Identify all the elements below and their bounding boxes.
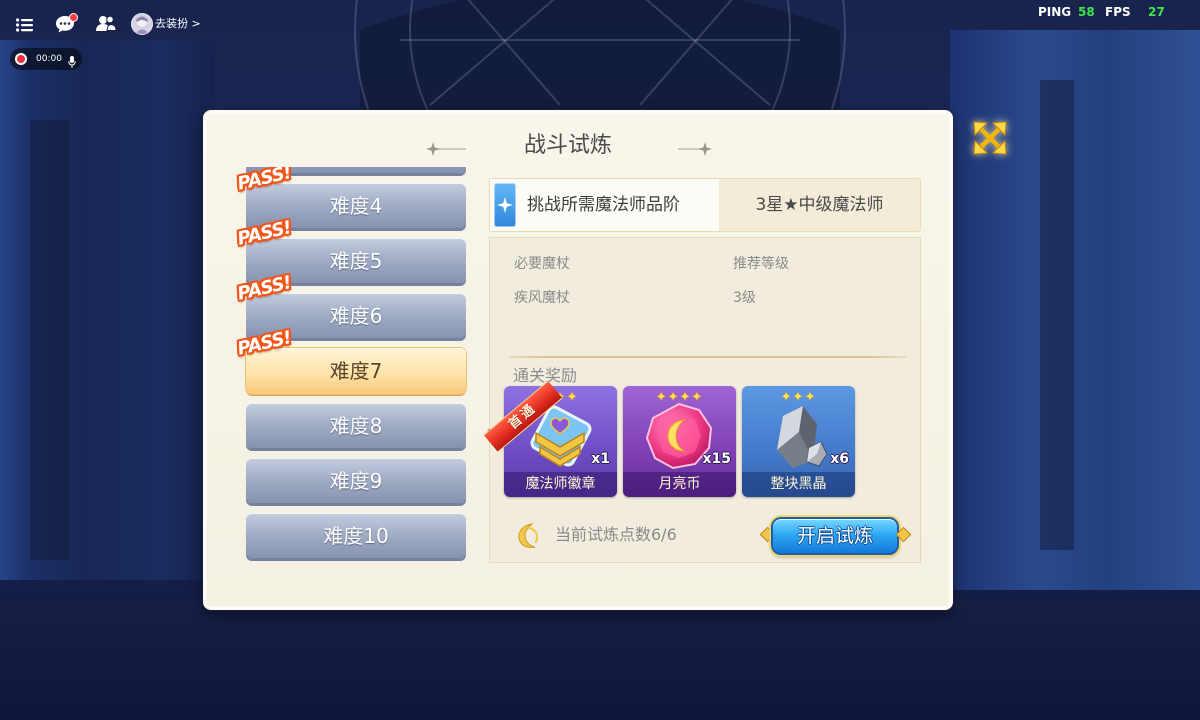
title-left-decoration [426, 142, 466, 156]
reward-count: x15 [702, 451, 731, 467]
trial-points-text: 当前试炼点数6/6 [555, 525, 677, 544]
fps-label: FPS [1105, 5, 1131, 19]
requirement-bar: 挑战所需魔法师品阶 3星★中级魔法师 [489, 178, 921, 232]
difficulty-item[interactable]: 难度8 [246, 403, 466, 449]
microphone-icon[interactable] [68, 53, 76, 72]
reward-name: 整块黑晶 [742, 472, 855, 497]
difficulty-item[interactable]: 难度7 [246, 348, 466, 394]
difficulty-label: 难度9 [329, 469, 383, 493]
avatar[interactable] [131, 13, 153, 35]
reward-name: 月亮币 [623, 472, 736, 497]
reward-name: 魔法师徽章 [504, 472, 617, 497]
trial-points-moon-icon [515, 521, 543, 555]
black-crystal-icon [763, 402, 833, 476]
reward-card[interactable]: ✦✦✦ x6 整块黑晶 [742, 386, 855, 497]
difficulty-item[interactable]: 难度9 [246, 458, 466, 504]
dress-up-link[interactable]: 去装扮 > [155, 17, 201, 31]
requirement-star-icon [494, 183, 516, 227]
ping-label: PING [1038, 5, 1072, 19]
wand-header: 必要魔杖 [514, 256, 570, 272]
start-trial-button[interactable]: 开启试炼 [771, 517, 899, 555]
reward-card[interactable]: ✦✦✦✦ x15 月亮币 [623, 386, 736, 497]
reward-count: x1 [591, 451, 610, 467]
close-arrows-icon[interactable] [971, 119, 1009, 157]
level-header: 推荐等级 [733, 256, 789, 272]
recording-indicator[interactable]: 00:00 [10, 48, 82, 70]
requirement-label-cell: 挑战所需魔法师品阶 [490, 179, 719, 231]
notification-dot [69, 13, 78, 22]
record-time: 00:00 [36, 54, 62, 64]
fps-value: 27 [1148, 5, 1165, 19]
friends-icon[interactable] [96, 15, 117, 36]
difficulty-label: 难度7 [329, 359, 383, 383]
menu-list-icon[interactable] [16, 17, 33, 36]
start-trial-label: 开启试炼 [796, 525, 873, 547]
difficulty-list[interactable]: 难度4 PASS! 难度5 PASS! 难度6 PASS! 难度7 PASS! … [232, 167, 472, 567]
wand-value: 疾风魔杖 [514, 290, 570, 306]
difficulty-item[interactable]: 难度10 [246, 513, 466, 559]
title-right-decoration [678, 142, 712, 156]
record-icon [15, 53, 27, 65]
section-divider [509, 356, 906, 358]
difficulty-label: 难度8 [329, 414, 383, 438]
requirement-label: 挑战所需魔法师品阶 [527, 195, 680, 215]
level-value: 3级 [733, 290, 756, 306]
dialog-title: 战斗试炼 [524, 133, 613, 158]
requirement-value-cell: 3星★中级魔法师 [719, 179, 920, 231]
ping-value: 58 [1078, 5, 1095, 19]
requirement-value: 3星★中级魔法师 [755, 195, 884, 215]
reward-count: x6 [830, 451, 849, 467]
difficulty-label: 难度10 [323, 524, 389, 548]
